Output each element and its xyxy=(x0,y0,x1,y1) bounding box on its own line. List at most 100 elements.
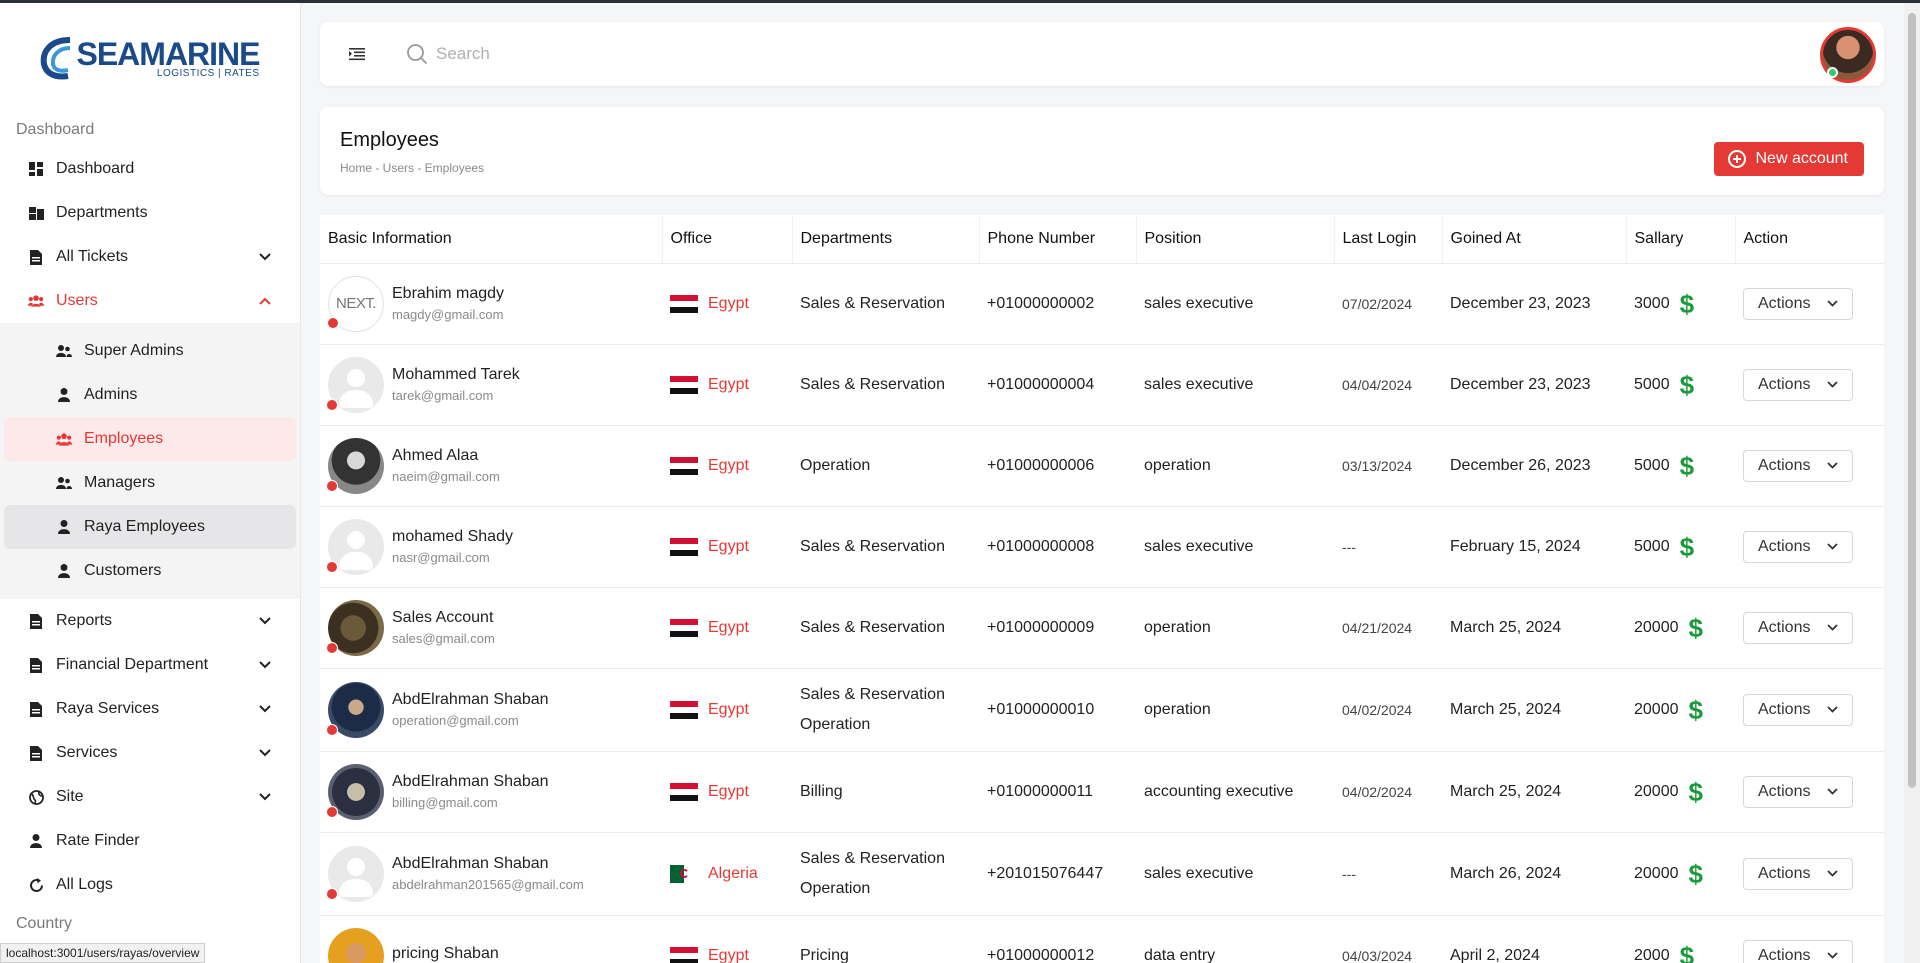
employee-name[interactable]: pricing Shaban xyxy=(392,945,499,963)
chevron-down-icon xyxy=(1827,788,1838,795)
dollar-icon: $ xyxy=(1679,450,1695,481)
column-header[interactable]: Last Login xyxy=(1334,215,1443,264)
egypt-flag-icon xyxy=(670,294,698,313)
employee-name[interactable]: mohamed Shady xyxy=(392,528,513,546)
cell-basic-info: AbdElrahman Shaban abdelrahman201565@gmai… xyxy=(320,832,662,916)
cell-phone: +01000000002 xyxy=(979,263,1136,345)
column-header[interactable]: Departments xyxy=(792,215,980,264)
sidebar-item-services[interactable]: Services xyxy=(0,731,300,775)
brand-logo[interactable]: SEAMARINE LOGISTICS | RATES xyxy=(0,3,300,113)
employee-name[interactable]: Ebrahim magdy xyxy=(392,285,504,303)
egypt-flag-icon xyxy=(670,700,698,719)
cell-action: Actions xyxy=(1735,344,1884,426)
search-input[interactable] xyxy=(436,44,1036,64)
actions-label: Actions xyxy=(1758,618,1811,636)
sidebar-item-dashboard[interactable]: Dashboard xyxy=(0,147,300,191)
chevron-down-icon xyxy=(1827,543,1838,550)
office-name: Egypt xyxy=(708,375,749,393)
cell-action: Actions xyxy=(1735,425,1884,507)
actions-dropdown-button[interactable]: Actions xyxy=(1743,857,1853,890)
plus-circle-icon xyxy=(1727,150,1746,168)
sidebar-item-site[interactable]: Site xyxy=(0,775,300,819)
cell-salary: 5000 $ xyxy=(1626,344,1735,426)
column-header[interactable]: Sallary xyxy=(1626,215,1736,264)
actions-dropdown-button[interactable]: Actions xyxy=(1743,287,1853,320)
sidebar-item-users[interactable]: Users xyxy=(0,279,300,323)
salary-value: 3000 xyxy=(1634,294,1670,312)
employee-name[interactable]: AbdElrahman Shaban xyxy=(392,773,549,791)
page-scrollbar[interactable] xyxy=(1904,3,1920,963)
sidebar-item-financial-department[interactable]: Financial Department xyxy=(0,643,300,687)
column-header[interactable]: Action xyxy=(1735,215,1884,264)
chevron-down-icon xyxy=(258,250,272,264)
department-name: Sales & Reservation xyxy=(800,537,945,555)
menu-toggle-button[interactable] xyxy=(342,39,372,69)
table-row: Sales Account sales@gmail.com Egypt Sales &… xyxy=(320,587,1884,669)
column-header[interactable]: Office xyxy=(662,215,793,264)
cell-salary: 20000 $ xyxy=(1626,751,1735,833)
actions-dropdown-button[interactable]: Actions xyxy=(1743,449,1853,482)
cell-salary: 20000 $ xyxy=(1626,587,1735,669)
column-header[interactable]: Basic Information xyxy=(320,215,663,264)
dollar-icon: $ xyxy=(1679,940,1695,963)
user-group-icon xyxy=(56,475,72,491)
actions-dropdown-button[interactable]: Actions xyxy=(1743,693,1853,726)
sidebar-item-departments[interactable]: Departments xyxy=(0,191,300,235)
avatar[interactable] xyxy=(326,681,384,738)
actions-dropdown-button[interactable]: Actions xyxy=(1743,530,1853,563)
employee-name[interactable]: Mohammed Tarek xyxy=(392,366,520,384)
actions-dropdown-button[interactable]: Actions xyxy=(1743,775,1853,808)
sidebar-item-all-tickets[interactable]: All Tickets xyxy=(0,235,300,279)
employee-name[interactable]: Ahmed Alaa xyxy=(392,447,500,465)
avatar[interactable] xyxy=(326,599,384,656)
office-name: Egypt xyxy=(708,294,749,312)
user-avatar[interactable] xyxy=(1820,27,1876,83)
department-name: Pricing xyxy=(800,946,849,963)
sidebar-item-label: Site xyxy=(56,788,84,805)
sidebar-item-customers[interactable]: Customers xyxy=(4,549,296,593)
sidebar-item-admins[interactable]: Admins xyxy=(4,373,296,417)
new-account-button[interactable]: New account xyxy=(1713,142,1864,176)
avatar[interactable]: NEXT. xyxy=(327,275,384,332)
users-submenu: Super Admins Admins Employees Managers R… xyxy=(0,323,300,599)
employee-email: abdelrahman201565@gmail.com xyxy=(392,877,584,892)
sidebar-item-managers[interactable]: Managers xyxy=(4,461,296,505)
user-icon xyxy=(28,833,44,849)
sidebar-item-raya-services[interactable]: Raya Services xyxy=(0,687,300,731)
sidebar-item-reports[interactable]: Reports xyxy=(0,599,300,643)
column-header[interactable]: Position xyxy=(1136,215,1335,264)
offline-status-dot xyxy=(326,805,338,818)
actions-dropdown-button[interactable]: Actions xyxy=(1743,611,1853,644)
avatar[interactable] xyxy=(326,356,384,413)
avatar[interactable] xyxy=(326,845,384,902)
actions-dropdown-button[interactable]: Actions xyxy=(1743,368,1853,401)
employee-name[interactable]: AbdElrahman Shaban xyxy=(392,855,584,873)
sidebar-item-super-admins[interactable]: Super Admins xyxy=(4,329,296,373)
cell-last-login: 03/13/2024 xyxy=(1334,425,1442,507)
avatar[interactable] xyxy=(326,763,384,820)
sidebar-item-employees[interactable]: Employees xyxy=(4,417,296,461)
avatar[interactable] xyxy=(328,927,384,963)
employee-name[interactable]: Sales Account xyxy=(392,609,495,627)
actions-label: Actions xyxy=(1758,537,1811,555)
scrollbar-thumb[interactable] xyxy=(1908,13,1916,788)
cell-departments: Billing xyxy=(792,751,979,833)
sidebar-item-raya-employees[interactable]: Raya Employees xyxy=(4,505,296,549)
avatar[interactable] xyxy=(326,437,384,494)
column-header[interactable]: Phone Number xyxy=(979,215,1137,264)
column-header[interactable]: Goined At xyxy=(1442,215,1627,264)
chevron-down-icon xyxy=(1827,300,1838,307)
offline-status-dot xyxy=(326,723,338,736)
sidebar-item-rate-finder[interactable]: Rate Finder xyxy=(0,819,300,863)
document-icon xyxy=(28,613,44,629)
avatar[interactable] xyxy=(326,518,384,575)
menu-collapse-icon xyxy=(349,48,365,61)
actions-dropdown-button[interactable]: Actions xyxy=(1743,939,1853,963)
sidebar-item-label: Dashboard xyxy=(56,160,135,177)
employee-email: magdy@gmail.com xyxy=(392,307,504,322)
sidebar-item-all-logs[interactable]: All Logs xyxy=(0,863,300,907)
cell-action: Actions xyxy=(1735,751,1884,833)
globe-icon xyxy=(28,789,44,805)
cell-salary: 5000 $ xyxy=(1626,425,1735,507)
employee-name[interactable]: AbdElrahman Shaban xyxy=(392,691,549,709)
